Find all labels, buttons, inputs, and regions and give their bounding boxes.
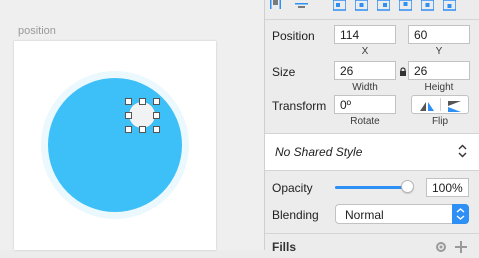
selection-handle-bottom[interactable] (139, 126, 146, 133)
up-down-chevron-icon (458, 144, 467, 163)
height-caption: Height (424, 82, 454, 93)
align-right-icon[interactable] (377, 0, 390, 14)
selection-handle-left[interactable] (125, 112, 132, 119)
divider (265, 170, 479, 171)
rotate-caption: Rotate (350, 116, 380, 127)
opacity-slider-fill (335, 186, 411, 189)
position-y-caption: Y (435, 46, 443, 57)
opacity-slider-track[interactable] (335, 186, 411, 189)
rotate-field[interactable]: 0º (334, 95, 396, 114)
position-y-field[interactable]: 60 (408, 25, 470, 44)
align-horizontal-center-icon[interactable] (355, 0, 368, 14)
gear-icon[interactable] (435, 240, 447, 258)
align-vertical-center-icon[interactable] (421, 0, 434, 14)
blending-label: Blending (272, 208, 319, 222)
position-x-field[interactable]: 114 (334, 25, 396, 44)
distribute-horizontal-icon[interactable] (269, 0, 282, 14)
height-field[interactable]: 26 (408, 61, 470, 80)
blending-select[interactable]: Normal (335, 204, 469, 224)
flip-caption: Flip (431, 116, 449, 127)
align-bottom-icon[interactable] (443, 0, 456, 14)
selection-handle-top-right[interactable] (153, 98, 160, 105)
selection-handle-right[interactable] (153, 112, 160, 119)
fills-section-title: Fills (272, 240, 297, 254)
transform-label: Transform (272, 99, 327, 113)
selection-handle-bottom-right[interactable] (153, 126, 160, 133)
position-x-caption: X (361, 46, 369, 57)
selection-handle-top-left[interactable] (125, 98, 132, 105)
artboard-title[interactable]: position (18, 25, 56, 37)
opacity-slider-thumb[interactable] (400, 180, 414, 193)
distribute-vertical-icon[interactable] (295, 0, 308, 14)
opacity-field[interactable]: 100% (426, 178, 469, 197)
position-label: Position (272, 29, 315, 43)
shared-style-value: No Shared Style (275, 145, 363, 159)
width-caption: Width (352, 82, 378, 93)
align-left-icon[interactable] (333, 0, 346, 14)
canvas[interactable]: position (0, 0, 264, 250)
artboard[interactable] (14, 41, 216, 250)
shared-style-dropdown[interactable]: No Shared Style (265, 134, 479, 170)
select-chevron-icon (452, 204, 469, 224)
blue-circle-shape[interactable] (48, 78, 182, 212)
blending-value: Normal (345, 208, 384, 222)
selection-handle-top[interactable] (139, 98, 146, 105)
opacity-label: Opacity (272, 181, 313, 195)
flip-divider (440, 98, 441, 111)
selected-knob-shape[interactable] (129, 102, 155, 128)
inspector-panel: Position 114 60 X Y Size 26 26 Width Hei… (264, 0, 479, 254)
selection-handle-bottom-left[interactable] (125, 126, 132, 133)
divider (265, 233, 479, 234)
flip-vertical-icon[interactable] (447, 99, 461, 117)
flip-control (411, 95, 469, 114)
alignment-toolbar (265, 0, 479, 20)
lock-proportions-icon[interactable] (399, 64, 407, 82)
align-top-icon[interactable] (399, 0, 412, 14)
width-field[interactable]: 26 (334, 61, 396, 80)
size-label: Size (272, 65, 296, 79)
add-fill-icon[interactable] (455, 240, 467, 258)
flip-horizontal-icon[interactable] (420, 99, 434, 117)
